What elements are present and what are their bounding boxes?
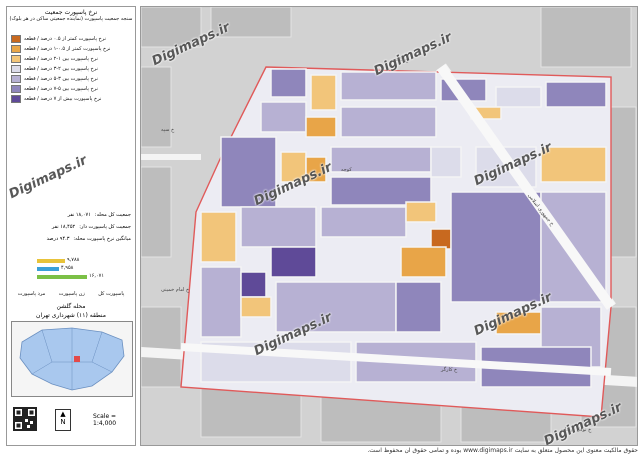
legend-item: نرخ پاسپورت بین ۱-۲ درصد / قطعه xyxy=(11,55,131,63)
info-value: ۱۸,۰۷۱ نفر xyxy=(67,212,91,218)
info-label: میانگین نرخ پاسپورت محله: xyxy=(73,236,131,242)
legend-swatch xyxy=(11,75,21,83)
scale-label: Scale = 1:4,000 xyxy=(93,413,117,427)
legend-item-label: نرخ پاسپورت بیش از ۷ درصد / قطعه xyxy=(24,95,102,102)
legend-swatch xyxy=(11,85,21,93)
north-arrow-icon: ▲ N xyxy=(55,409,71,431)
legend-item-label: نرخ پاسپورت بین ۵-۷ درصد / قطعه xyxy=(24,85,98,92)
qr-code xyxy=(13,407,37,431)
population-bar xyxy=(37,259,65,263)
map-canvas: خ گلشن خ کارگر خ جمهوری اسلامی کوچه خ نو… xyxy=(140,6,638,446)
street-label: خ کارگر xyxy=(441,367,458,373)
map-sheet: نرخ پاسپورت جمعیت سنجه جمعیت پاسپورت (نم… xyxy=(0,0,643,461)
population-bar-label: ۴,۹۵۸ xyxy=(61,265,74,271)
bar-captions: پاسپورت کل زن پاسپورت مرد پاسپورت xyxy=(11,291,131,298)
legend-item: نرخ پاسپورت بین ۳-۵ درصد / قطعه xyxy=(11,75,131,83)
info-row: جمعیت کل پاسپورت دار:۱۸,۴۵۲ نفر xyxy=(11,224,131,230)
bar-caption: پاسپورت کل xyxy=(98,291,125,297)
street-label: خ سپه xyxy=(161,127,175,133)
legend-subtitle: سنجه جمعیت پاسپورت (نماینده جمعیتی ساکن … xyxy=(9,16,133,22)
legend-panel: نرخ پاسپورت جمعیت سنجه جمعیت پاسپورت (نم… xyxy=(6,6,136,446)
location-inset-map xyxy=(11,321,133,397)
legend-swatch xyxy=(11,95,21,103)
district-label: منطقه (۱۱) شهرداری تهران xyxy=(36,312,106,319)
bar-caption: زن پاسپورت xyxy=(58,291,85,297)
legend-item: نرخ پاسپورت کمتر از ۰.۵-۱ درصد / قطعه xyxy=(11,45,131,53)
legend-item: نرخ پاسپورت بین ۲-۳ درصد / قطعه xyxy=(11,65,131,73)
population-bar xyxy=(37,275,87,279)
info-label: جمعیت کل محله: xyxy=(94,212,131,218)
legend-item: نرخ پاسپورت کمتر از ۰.۵ درصد / قطعه xyxy=(11,35,131,43)
legend-swatch xyxy=(11,55,21,63)
info-label: جمعیت کل پاسپورت دار: xyxy=(79,224,131,230)
bar-caption: مرد پاسپورت xyxy=(17,291,46,297)
info-value: ۱۸,۴۵۲ نفر xyxy=(51,224,76,230)
copyright-footer: حقوق مالکیت معنوی این محصول متعلق به سای… xyxy=(367,447,638,454)
legend-item: نرخ پاسپورت بیش از ۷ درصد / قطعه xyxy=(11,95,131,103)
legend-item-label: نرخ پاسپورت بین ۳-۵ درصد / قطعه xyxy=(24,75,98,82)
legend-swatch xyxy=(11,35,21,43)
legend-item: نرخ پاسپورت بین ۵-۷ درصد / قطعه xyxy=(11,85,131,93)
legend-item-label: نرخ پاسپورت بین ۱-۲ درصد / قطعه xyxy=(24,55,98,62)
info-row: میانگین نرخ پاسپورت محله:۹۴.۳ درصد xyxy=(11,236,131,242)
population-bar-label: ۹,۷۸۸ xyxy=(67,257,80,263)
tehran-districts-map xyxy=(19,327,125,391)
legend-item-label: نرخ پاسپورت کمتر از ۰.۵-۱ درصد / قطعه xyxy=(24,45,111,52)
legend-title: نرخ پاسپورت جمعیت xyxy=(44,9,98,16)
neighborhood-label: محله گلشن xyxy=(56,303,86,310)
street-label: کوچه xyxy=(341,167,352,173)
population-bar-label: ۱۶,۰۷۱ xyxy=(89,273,105,279)
info-value: ۹۴.۳ درصد xyxy=(46,236,70,242)
legend-item-label: نرخ پاسپورت کمتر از ۰.۵ درصد / قطعه xyxy=(24,35,106,42)
legend-title-block: نرخ پاسپورت جمعیت سنجه جمعیت پاسپورت (نم… xyxy=(9,9,133,23)
legend-swatch xyxy=(11,45,21,53)
legend-swatch xyxy=(11,65,21,73)
population-bar xyxy=(37,267,59,271)
info-row: جمعیت کل محله:۱۸,۰۷۱ نفر xyxy=(11,212,131,218)
selected-district-marker xyxy=(74,356,80,362)
street-label: خ امام خمینی xyxy=(161,287,190,293)
legend-item-label: نرخ پاسپورت بین ۲-۳ درصد / قطعه xyxy=(24,65,98,72)
